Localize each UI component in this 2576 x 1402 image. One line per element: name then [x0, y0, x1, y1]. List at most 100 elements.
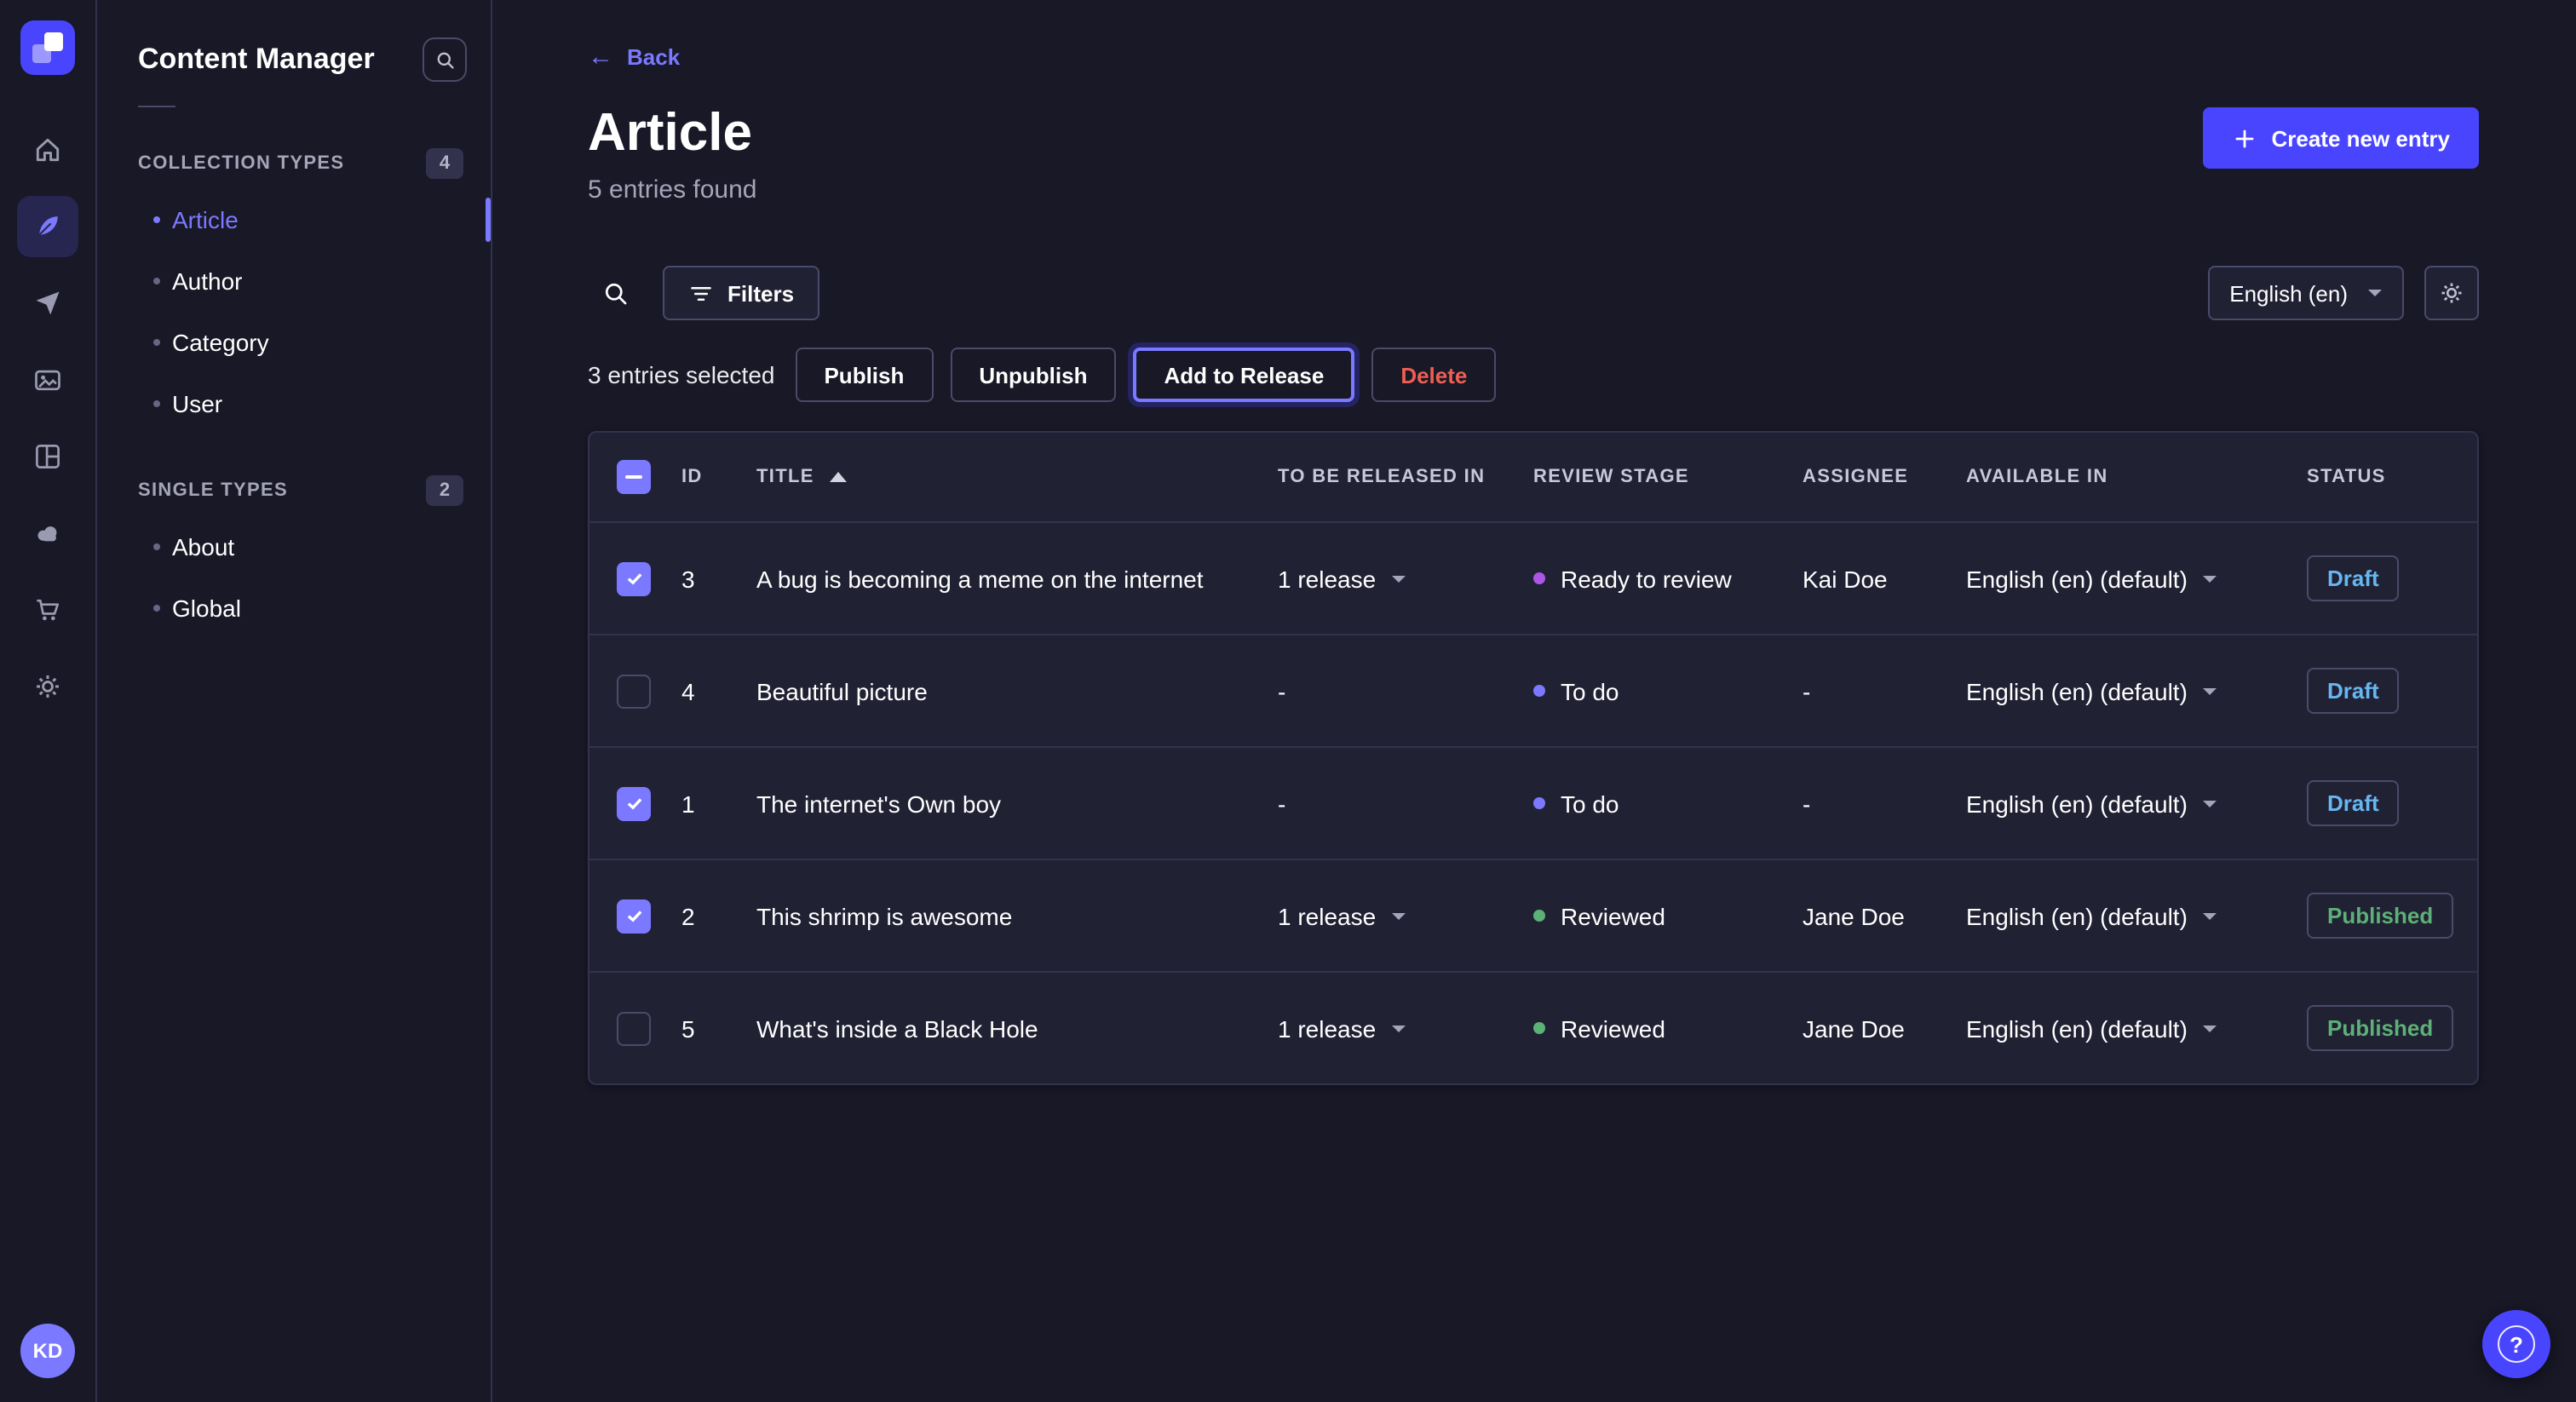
- cell-release-dropdown[interactable]: 1 release: [1264, 902, 1520, 929]
- search-button[interactable]: [588, 266, 642, 320]
- cell-status: Draft: [2293, 780, 2477, 826]
- cell-title: The internet's Own boy: [743, 790, 1264, 817]
- cell-release-dropdown[interactable]: -: [1264, 677, 1520, 704]
- status-badge: Draft: [2307, 668, 2400, 714]
- main-content: ← Back Article 5 entries found Create ne…: [492, 0, 2576, 1402]
- cell-review-stage: Reviewed: [1520, 902, 1789, 929]
- locale-select[interactable]: English (en): [2207, 266, 2404, 320]
- sidebar-item-about[interactable]: About: [97, 516, 491, 577]
- table-row[interactable]: 3 A bug is becoming a meme on the intern…: [589, 521, 2477, 634]
- cell-release-dropdown[interactable]: 1 release: [1264, 1014, 1520, 1042]
- content-type-builder-icon[interactable]: [17, 426, 78, 487]
- app-root: KD Content Manager COLLECTION TYPES 4 Ar…: [0, 0, 2576, 1402]
- cell-available-in-dropdown[interactable]: English (en) (default): [1952, 1014, 2293, 1042]
- home-icon[interactable]: [17, 119, 78, 181]
- column-header-id[interactable]: ID: [668, 467, 743, 487]
- sidebar-item-category[interactable]: Category: [97, 312, 491, 373]
- entries-count: 5 entries found: [588, 175, 757, 204]
- cell-available-in-dropdown[interactable]: English (en) (default): [1952, 677, 2293, 704]
- cell-title: What's inside a Black Hole: [743, 1014, 1264, 1042]
- stage-dot-icon: [1533, 1022, 1545, 1034]
- filter-icon: [688, 280, 714, 306]
- row-checkbox[interactable]: [617, 674, 651, 708]
- select-all-checkbox[interactable]: [617, 460, 651, 494]
- chevron-down-icon: [2203, 687, 2217, 694]
- sidebar-title: Content Manager: [138, 43, 375, 77]
- single-types-label: SINGLE TYPES: [138, 480, 288, 501]
- stage-dot-icon: [1533, 685, 1545, 697]
- cell-id: 1: [668, 790, 743, 817]
- cell-status: Published: [2293, 1005, 2477, 1051]
- cell-release-dropdown[interactable]: -: [1264, 790, 1520, 817]
- stage-dot-icon: [1533, 797, 1545, 809]
- settings-gear-icon[interactable]: [17, 656, 78, 717]
- sidebar-item-author[interactable]: Author: [97, 250, 491, 312]
- cell-available-in-dropdown[interactable]: English (en) (default): [1952, 565, 2293, 592]
- chevron-down-icon: [2203, 912, 2217, 919]
- indeterminate-dash-icon: [625, 475, 642, 479]
- add-to-release-button[interactable]: Add to Release: [1133, 348, 1354, 402]
- cell-review-stage: To do: [1520, 677, 1789, 704]
- table-row[interactable]: 5 What's inside a Black Hole 1 release R…: [589, 971, 2477, 1083]
- cloud-deploy-icon[interactable]: [17, 503, 78, 564]
- user-avatar[interactable]: KD: [20, 1324, 75, 1378]
- row-checkbox[interactable]: [617, 899, 651, 933]
- sidebar-item-global[interactable]: Global: [97, 577, 491, 639]
- marketplace-cart-icon[interactable]: [17, 579, 78, 641]
- status-badge: Published: [2307, 1005, 2453, 1051]
- create-new-entry-button[interactable]: Create new entry: [2203, 107, 2479, 169]
- sidebar-item-label: About: [172, 533, 234, 560]
- status-badge: Published: [2307, 893, 2453, 939]
- chevron-down-icon: [1391, 1025, 1405, 1031]
- cell-id: 3: [668, 565, 743, 592]
- filters-button[interactable]: Filters: [663, 266, 819, 320]
- row-checkbox[interactable]: [617, 561, 651, 595]
- cell-release-dropdown[interactable]: 1 release: [1264, 565, 1520, 592]
- bullet-icon: [153, 543, 160, 550]
- cell-id: 4: [668, 677, 743, 704]
- rail-icon-nav: [17, 119, 78, 717]
- sidebar-search-button[interactable]: [423, 37, 467, 82]
- stage-dot-icon: [1533, 572, 1545, 584]
- table-row[interactable]: 4 Beautiful picture - To do - English (e…: [589, 634, 2477, 746]
- unpublish-button[interactable]: Unpublish: [950, 348, 1116, 402]
- single-types-count-badge: 2: [426, 475, 463, 506]
- column-header-title[interactable]: TITLE: [743, 467, 1264, 487]
- sidebar-item-article[interactable]: Article: [97, 189, 491, 250]
- view-settings-button[interactable]: [2424, 266, 2479, 320]
- column-header-review-stage: REVIEW STAGE: [1520, 467, 1789, 487]
- row-checkbox[interactable]: [617, 786, 651, 820]
- table-header-row: ID TITLE TO BE RELEASED IN REVIEW STAGE …: [589, 433, 2477, 521]
- sidebar-item-label: User: [172, 390, 222, 417]
- media-library-icon[interactable]: [17, 349, 78, 411]
- table-row[interactable]: 2 This shrimp is awesome 1 release Revie…: [589, 859, 2477, 971]
- cell-assignee: Jane Doe: [1789, 1014, 1952, 1042]
- back-link[interactable]: ← Back: [588, 44, 680, 70]
- cell-available-in-dropdown[interactable]: English (en) (default): [1952, 902, 2293, 929]
- cell-status: Published: [2293, 893, 2477, 939]
- stage-dot-icon: [1533, 910, 1545, 922]
- cell-assignee: Jane Doe: [1789, 902, 1952, 929]
- chevron-down-icon: [2203, 1025, 2217, 1031]
- row-checkbox[interactable]: [617, 1011, 651, 1045]
- releases-icon[interactable]: [17, 273, 78, 334]
- help-button[interactable]: ?: [2482, 1310, 2550, 1378]
- content-manager-icon[interactable]: [17, 196, 78, 257]
- column-header-status: STATUS: [2293, 467, 2477, 487]
- page-title: Article: [588, 101, 757, 165]
- sidebar-item-user[interactable]: User: [97, 373, 491, 434]
- sidebar-divider: [138, 106, 175, 107]
- table-row[interactable]: 1 The internet's Own boy - To do - Engli…: [589, 746, 2477, 859]
- bullet-icon: [153, 278, 160, 284]
- cell-review-stage: To do: [1520, 790, 1789, 817]
- publish-button[interactable]: Publish: [795, 348, 933, 402]
- bullet-icon: [153, 400, 160, 407]
- gear-icon: [2438, 279, 2465, 307]
- column-header-release: TO BE RELEASED IN: [1264, 467, 1520, 487]
- strapi-logo[interactable]: [20, 20, 75, 75]
- cell-review-stage: Reviewed: [1520, 1014, 1789, 1042]
- sort-ascending-icon: [830, 472, 847, 482]
- cell-title: Beautiful picture: [743, 677, 1264, 704]
- delete-button[interactable]: Delete: [1371, 348, 1496, 402]
- cell-available-in-dropdown[interactable]: English (en) (default): [1952, 790, 2293, 817]
